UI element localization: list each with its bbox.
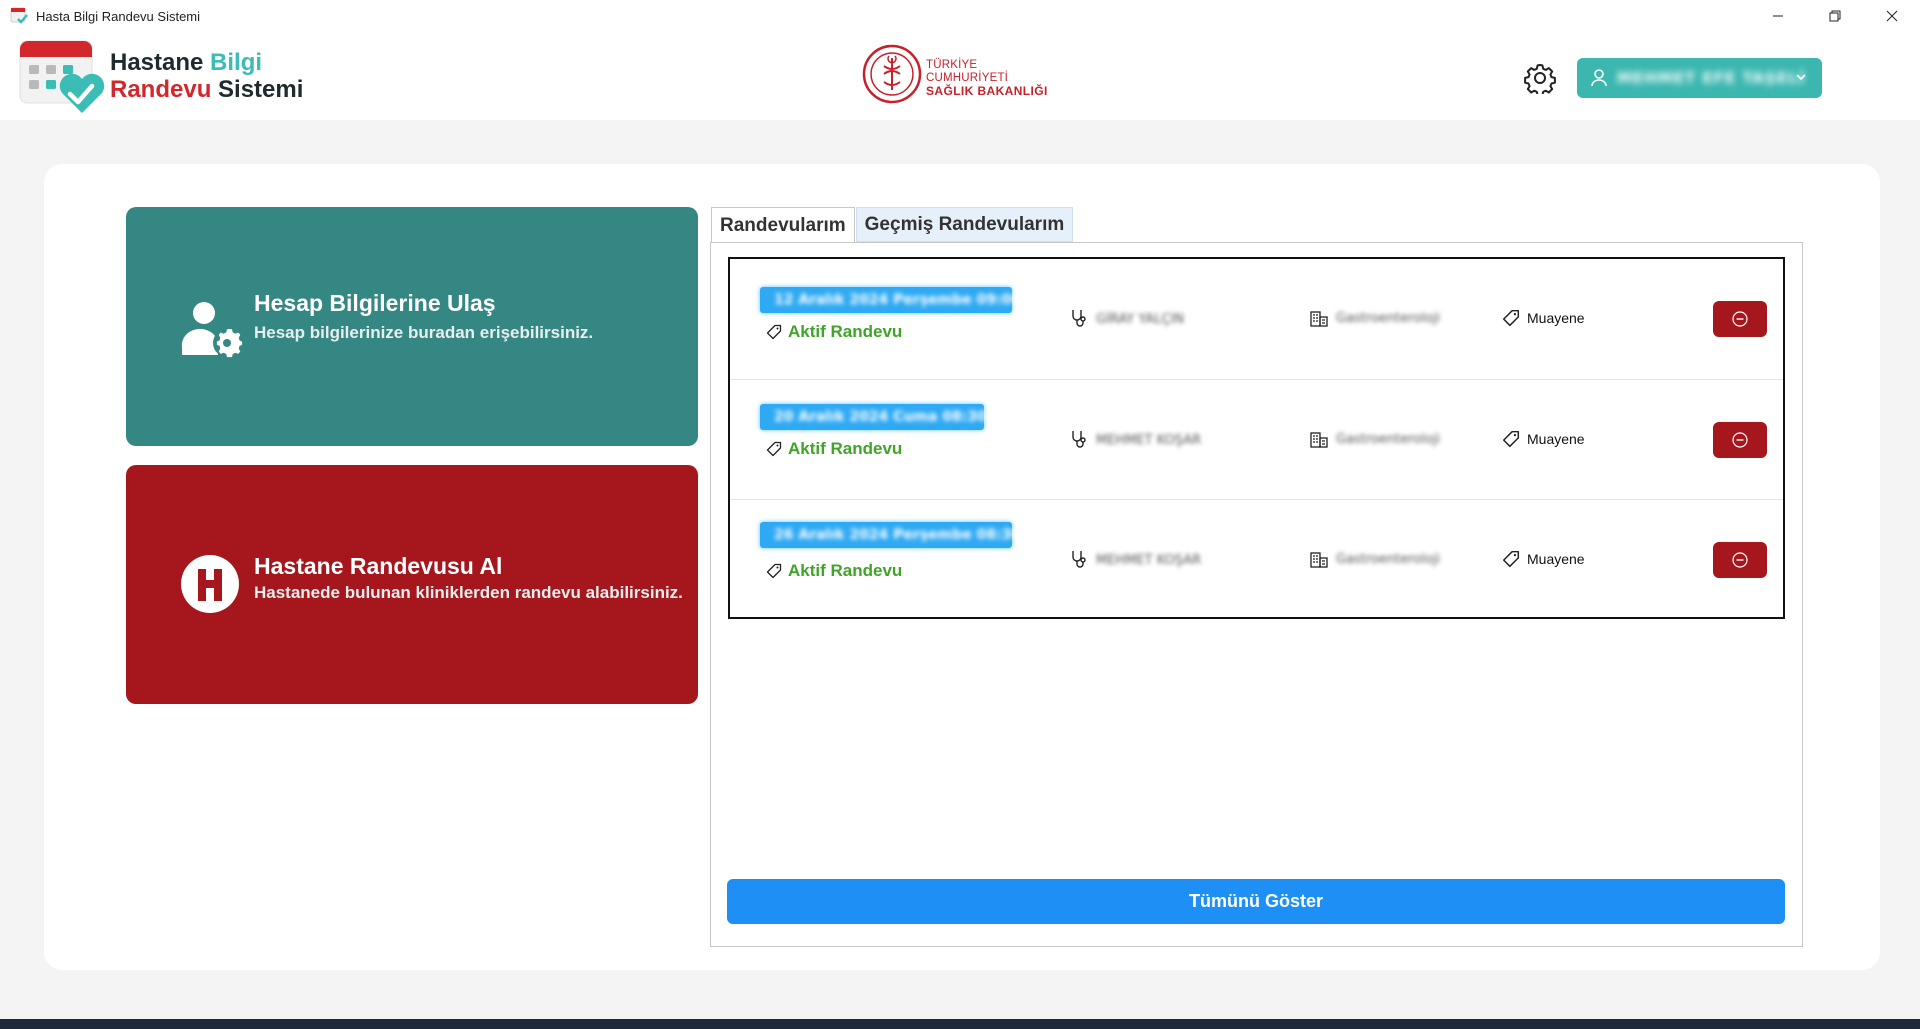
hospital-appointment-card[interactable]: Hastane Randevusu Al Hastanede bulunan k… (126, 465, 698, 704)
logo-word-sistemi: Sistemi (218, 76, 304, 103)
appointment-doctor-text: GİRAY YALÇIN (1096, 311, 1185, 327)
appointment-clinic: Gastroenteroloji (1310, 550, 1440, 568)
appointment-type: Muayene (1502, 309, 1585, 327)
appointment-row: 20 Aralık 2024 Cuma 08:30 Aktif Randevu … (730, 379, 1783, 499)
cancel-appointment-button[interactable] (1713, 301, 1767, 337)
building-icon (1310, 311, 1328, 327)
logo-word-hastane: Hastane (110, 49, 204, 76)
close-icon (1886, 10, 1897, 22)
appointment-clinic: Gastroenteroloji (1310, 309, 1440, 327)
appointment-clinic-text: Gastroenteroloji (1336, 310, 1441, 326)
tab-past-appointments[interactable]: Geçmiş Randevularım (855, 207, 1074, 242)
appointment-doctor-text: MEHMET KOŞAR (1096, 432, 1202, 448)
appointment-list: 12 Aralık 2024 Perşembe 09:00 Aktif Rand… (728, 257, 1785, 619)
appointment-clinic-text: Gastroenteroloji (1336, 551, 1441, 567)
window-titlebar: Hasta Bilgi Randevu Sistemi (0, 0, 1920, 32)
restore-icon (1829, 10, 1840, 22)
logo-word-bilgi: Bilgi (210, 49, 263, 76)
tag-icon (1502, 430, 1520, 448)
restore-button[interactable] (1806, 0, 1863, 32)
show-all-button[interactable]: Tümünü Göster (727, 879, 1785, 924)
remove-icon (1732, 432, 1748, 448)
appointment-type: Muayene (1502, 430, 1585, 448)
ministry-line1: TÜRKİYE CUMHURİYETİ (926, 59, 1009, 84)
cancel-appointment-button[interactable] (1713, 422, 1767, 458)
appointment-row: 12 Aralık 2024 Perşembe 09:00 Aktif Rand… (730, 259, 1783, 379)
close-button[interactable] (1863, 0, 1920, 32)
appointment-type-text: Muayene (1527, 310, 1585, 326)
window-title: Hasta Bilgi Randevu Sistemi (36, 8, 201, 24)
account-info-card[interactable]: Hesap Bilgilerine Ulaş Hesap bilgilerini… (126, 207, 698, 446)
tag-icon (766, 563, 782, 579)
building-icon (1310, 552, 1328, 568)
appointment-doctor-text: MEHMET KOŞAR (1096, 552, 1202, 568)
tag-icon (1502, 309, 1520, 327)
minimize-icon (1772, 15, 1783, 17)
user-gear-icon (181, 302, 243, 358)
settings-button[interactable] (1522, 60, 1558, 96)
appointment-date: 26 Aralık 2024 Perşembe 08:30 (760, 522, 1021, 548)
app-logo[interactable]: Hastane Bilgi Randevu Sistemi (18, 37, 308, 115)
remove-icon (1732, 311, 1748, 327)
tag-icon (766, 324, 782, 340)
appointment-date-text: 26 Aralık 2024 Perşembe 08:30 (774, 527, 1022, 543)
appointment-status-text: Aktif Randevu (788, 561, 903, 580)
ministry-emblem-icon (862, 44, 922, 104)
appointment-date: 20 Aralık 2024 Cuma 08:30 (760, 404, 987, 430)
hospital-icon (181, 555, 239, 613)
appointment-date: 12 Aralık 2024 Perşembe 09:00 (760, 287, 1021, 313)
ministry-line2: SAĞLIK BAKANLIĞI (926, 84, 1048, 98)
appointment-clinic-text: Gastroenteroloji (1336, 431, 1441, 447)
appointment-row: 26 Aralık 2024 Perşembe 08:30 Aktif Rand… (730, 499, 1783, 619)
appointment-clinic: Gastroenteroloji (1310, 430, 1440, 448)
tag-icon (766, 441, 782, 457)
appointment-type-text: Muayene (1527, 431, 1585, 447)
appointment-status-text: Aktif Randevu (788, 439, 903, 458)
appointment-status: Aktif Randevu (766, 322, 902, 342)
appointment-doctor: MEHMET KOŞAR (1070, 430, 1201, 450)
stethoscope-icon (1072, 310, 1086, 327)
chevron-down-icon (1796, 74, 1806, 81)
logo-text: Hastane Bilgi Randevu Sistemi (110, 49, 303, 103)
account-card-title: Hesap Bilgilerine Ulaş (254, 290, 496, 316)
ministry-logo: TÜRKİYE CUMHURİYETİ SAĞLIK BAKANLIĞI (862, 44, 1062, 104)
appointment-card-title: Hastane Randevusu Al (254, 553, 503, 579)
appointment-type-text: Muayene (1527, 551, 1585, 567)
account-card-subtitle: Hesap bilgilerinize buradan erişebilirsi… (254, 323, 594, 342)
appointment-status: Aktif Randevu (766, 439, 902, 459)
appointment-doctor: MEHMET KOŞAR (1070, 550, 1201, 570)
remove-icon (1732, 552, 1748, 568)
building-icon (1310, 432, 1328, 448)
appointment-status-text: Aktif Randevu (788, 322, 903, 341)
appointment-card-subtitle: Hastanede bulunan kliniklerden randevu a… (254, 583, 683, 602)
appointment-tabs: Randevularım Geçmiş Randevularım (711, 207, 1074, 243)
logo-word-randevu: Randevu (110, 76, 212, 103)
taskbar-edge (0, 1019, 1920, 1029)
appointment-type: Muayene (1502, 550, 1585, 568)
tab-my-appointments[interactable]: Randevularım (711, 207, 855, 243)
tab-content: 12 Aralık 2024 Perşembe 09:00 Aktif Rand… (710, 242, 1803, 947)
tag-icon (1502, 550, 1520, 568)
user-icon (1591, 69, 1607, 87)
appointment-doctor: GİRAY YALÇIN (1070, 309, 1184, 329)
stethoscope-icon (1072, 551, 1086, 568)
settings-icon (1524, 64, 1556, 94)
user-name: MEHMET EFE TAŞELİ (1617, 69, 1806, 87)
app-icon (10, 7, 28, 25)
user-menu-button[interactable]: MEHMET EFE TAŞELİ (1577, 58, 1822, 98)
appointment-date-text: 20 Aralık 2024 Cuma 08:30 (774, 409, 987, 425)
stethoscope-icon (1072, 431, 1086, 448)
appointment-date-text: 12 Aralık 2024 Perşembe 09:00 (774, 292, 1022, 308)
cancel-appointment-button[interactable] (1713, 542, 1767, 578)
minimize-button[interactable] (1749, 0, 1806, 32)
appointment-status: Aktif Randevu (766, 561, 902, 581)
logo-calendar-icon (19, 40, 105, 113)
